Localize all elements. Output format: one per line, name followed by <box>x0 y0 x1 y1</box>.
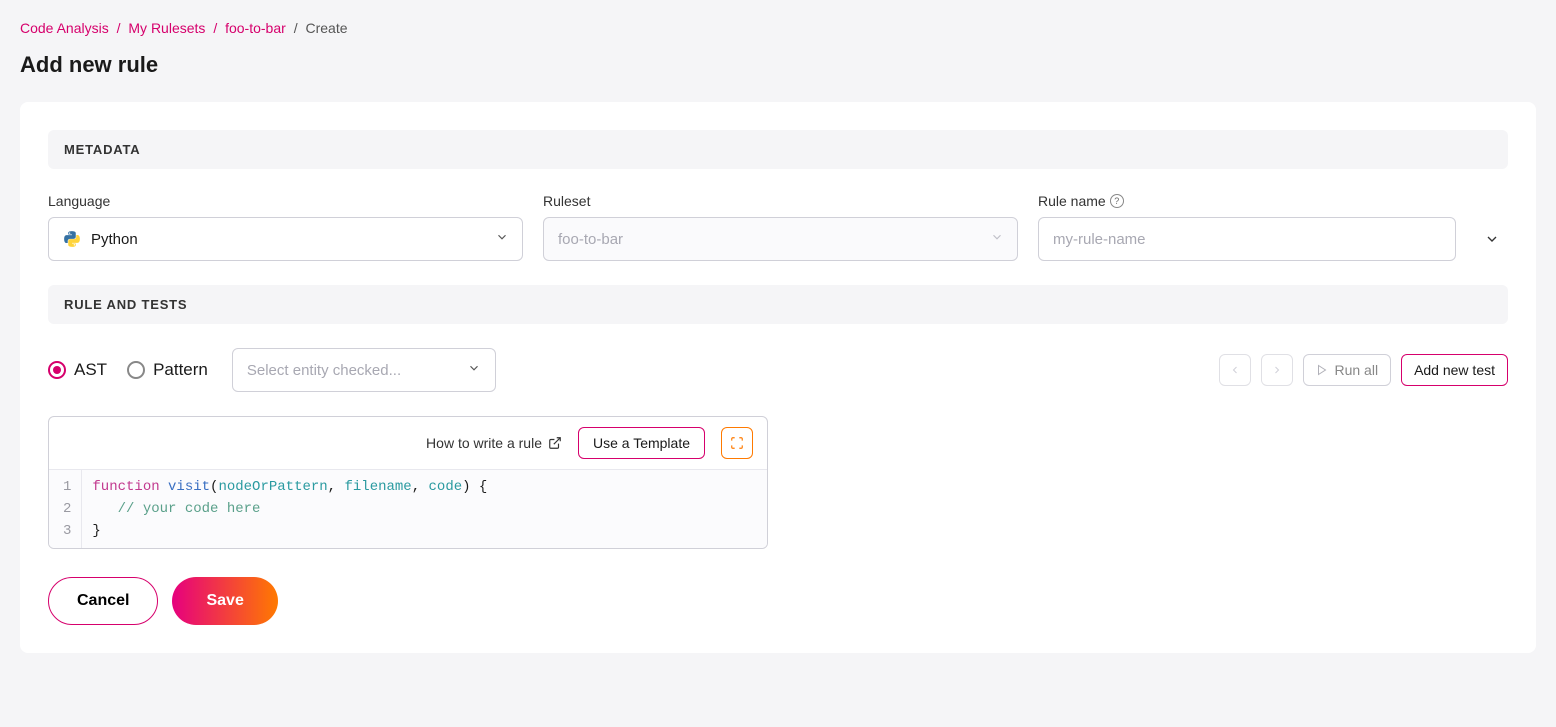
breadcrumb-sep: / <box>294 20 298 36</box>
breadcrumb-current: Create <box>305 20 347 36</box>
breadcrumb-link-ruleset[interactable]: foo-to-bar <box>225 20 286 36</box>
chevron-left-icon <box>1229 364 1241 376</box>
entity-checked-select[interactable]: Select entity checked... <box>232 348 496 392</box>
entity-placeholder: Select entity checked... <box>247 362 401 379</box>
radio-pattern-label: Pattern <box>153 360 208 380</box>
maximize-icon <box>730 436 744 450</box>
code-body[interactable]: 123 function visit(nodeOrPattern, filena… <box>49 469 767 548</box>
chevron-right-icon <box>1271 364 1283 376</box>
radio-icon <box>127 361 145 379</box>
use-template-label: Use a Template <box>593 435 690 451</box>
python-icon <box>63 230 81 248</box>
expand-toggle[interactable] <box>1476 217 1508 261</box>
external-link-icon <box>548 436 562 450</box>
how-to-label: How to write a rule <box>426 435 542 451</box>
radio-icon <box>48 361 66 379</box>
chevron-down-icon <box>990 230 1004 248</box>
add-new-test-button[interactable]: Add new test <box>1401 354 1508 386</box>
next-test-button <box>1261 354 1293 386</box>
radio-ast-label: AST <box>74 360 107 380</box>
breadcrumb-link-code-analysis[interactable]: Code Analysis <box>20 20 109 36</box>
language-label: Language <box>48 193 523 209</box>
breadcrumb: Code Analysis / My Rulesets / foo-to-bar… <box>20 20 1536 36</box>
expand-editor-button[interactable] <box>721 427 753 459</box>
page-title: Add new rule <box>20 52 1536 78</box>
run-all-button: Run all <box>1303 354 1391 386</box>
chevron-down-icon <box>1484 231 1500 247</box>
rule-type-radio-group: AST Pattern <box>48 360 208 380</box>
section-rule-tests-header: RULE AND TESTS <box>48 285 1508 324</box>
ruleset-select: foo-to-bar <box>543 217 1018 261</box>
language-value: Python <box>91 231 138 248</box>
save-button[interactable]: Save <box>172 577 277 625</box>
breadcrumb-sep: / <box>213 20 217 36</box>
breadcrumb-link-my-rulesets[interactable]: My Rulesets <box>128 20 205 36</box>
prev-test-button <box>1219 354 1251 386</box>
rulename-label-text: Rule name <box>1038 193 1106 209</box>
cancel-button[interactable]: Cancel <box>48 577 158 625</box>
chevron-down-icon <box>495 230 509 248</box>
run-all-label: Run all <box>1334 362 1378 378</box>
language-select[interactable]: Python <box>48 217 523 261</box>
chevron-down-icon <box>467 361 481 379</box>
help-icon[interactable]: ? <box>1110 194 1124 208</box>
add-new-test-label: Add new test <box>1414 362 1495 378</box>
ruleset-label: Ruleset <box>543 193 1018 209</box>
form-card: METADATA Language Python <box>20 102 1536 653</box>
section-metadata-header: METADATA <box>48 130 1508 169</box>
how-to-write-rule-link[interactable]: How to write a rule <box>426 435 562 451</box>
breadcrumb-sep: / <box>117 20 121 36</box>
radio-pattern[interactable]: Pattern <box>127 360 208 380</box>
code-content[interactable]: function visit(nodeOrPattern, filename, … <box>82 470 767 548</box>
radio-ast[interactable]: AST <box>48 360 107 380</box>
code-editor: How to write a rule Use a Template 123 f… <box>48 416 768 549</box>
ruleset-value: foo-to-bar <box>558 231 623 248</box>
play-icon <box>1316 364 1328 376</box>
use-template-button[interactable]: Use a Template <box>578 427 705 459</box>
rulename-label: Rule name ? <box>1038 193 1456 209</box>
rulename-input[interactable] <box>1038 217 1456 261</box>
line-gutter: 123 <box>49 470 82 548</box>
